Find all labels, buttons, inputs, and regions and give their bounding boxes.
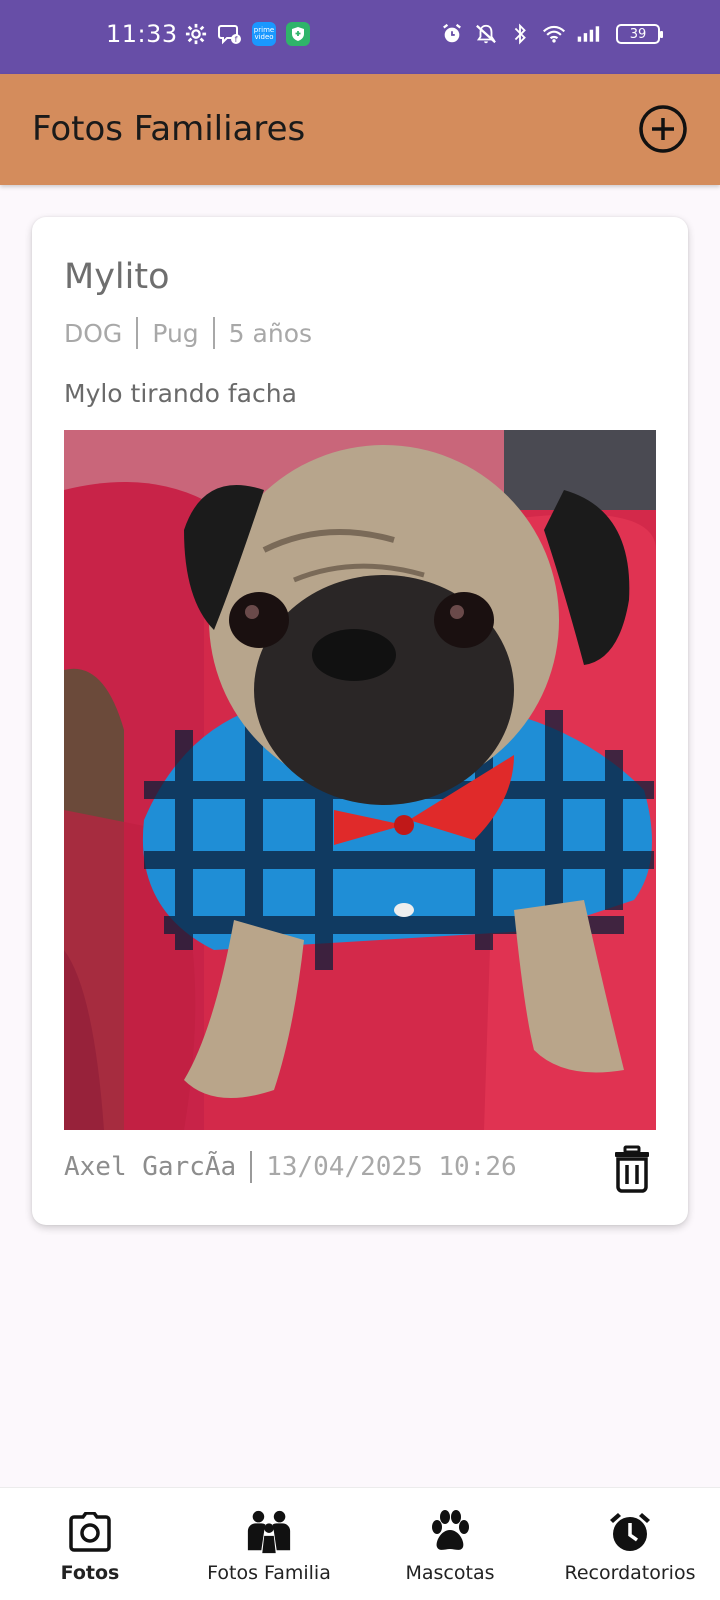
pet-age: 5 años bbox=[228, 318, 313, 348]
paw-icon bbox=[426, 1508, 474, 1556]
signal-icon bbox=[576, 22, 600, 46]
plus-circle-icon bbox=[639, 105, 687, 153]
author-name: Axel GarcÃa bbox=[64, 1152, 237, 1182]
status-time: 11:33 bbox=[106, 20, 178, 48]
prime-video-label: prime video bbox=[253, 26, 275, 41]
photo-footer: Axel GarcÃa 13/04/2025 10:26 bbox=[64, 1145, 656, 1195]
nav-label: Fotos Familia bbox=[207, 1562, 331, 1584]
add-photo-button[interactable] bbox=[638, 104, 688, 154]
family-icon bbox=[245, 1508, 293, 1556]
pet-meta: DOG Pug 5 años bbox=[64, 317, 312, 349]
divider bbox=[136, 317, 139, 349]
pet-photo[interactable] bbox=[64, 430, 656, 1130]
divider bbox=[212, 317, 215, 349]
pug-photo-illustration bbox=[64, 430, 656, 1130]
nav-label: Mascotas bbox=[405, 1562, 495, 1584]
battery-level: 39 bbox=[629, 26, 647, 42]
pet-breed: Pug bbox=[152, 318, 199, 348]
delete-button[interactable] bbox=[612, 1145, 652, 1193]
mute-bell-icon bbox=[474, 22, 498, 46]
divider bbox=[250, 1151, 253, 1183]
trash-icon bbox=[615, 1145, 649, 1193]
nav-label: Recordatorios bbox=[564, 1562, 696, 1584]
settings-gear-icon bbox=[184, 22, 208, 46]
nav-item-fotos-familia[interactable]: Fotos Familia bbox=[198, 1488, 340, 1600]
wifi-icon bbox=[542, 22, 566, 46]
alarm-icon bbox=[440, 22, 464, 46]
nav-item-mascotas[interactable]: Mascotas bbox=[392, 1488, 508, 1600]
page-title: Fotos Familiares bbox=[32, 109, 306, 149]
svg-text:f: f bbox=[235, 35, 238, 44]
status-right-icons: 39 bbox=[440, 22, 663, 46]
camera-icon bbox=[66, 1508, 114, 1556]
battery-icon: 39 bbox=[616, 24, 663, 44]
alarm-clock-icon bbox=[606, 1508, 654, 1556]
status-left-icons: f prime video bbox=[184, 22, 310, 46]
nav-item-fotos[interactable]: Fotos bbox=[40, 1488, 140, 1600]
photo-card[interactable]: Mylito DOG Pug 5 años Mylo tirando facha bbox=[32, 217, 688, 1225]
pet-species: DOG bbox=[64, 318, 123, 348]
shield-app-icon bbox=[286, 22, 310, 46]
nav-label: Fotos bbox=[60, 1562, 120, 1584]
app-bar: Fotos Familiares bbox=[0, 74, 720, 185]
bottom-navigation: Fotos Fotos Familia Mascotas Recordatori… bbox=[0, 1487, 720, 1600]
photo-description: Mylo tirando facha bbox=[64, 379, 297, 408]
chat-notification-icon: f bbox=[218, 22, 242, 46]
photo-date: 13/04/2025 10:26 bbox=[266, 1152, 517, 1182]
status-bar: 11:33 f prime video 39 bbox=[0, 0, 720, 74]
pet-name: Mylito bbox=[64, 257, 170, 297]
bluetooth-icon bbox=[508, 22, 532, 46]
prime-video-icon: prime video bbox=[252, 22, 276, 46]
author-line: Axel GarcÃa 13/04/2025 10:26 bbox=[64, 1151, 517, 1183]
nav-item-recordatorios[interactable]: Recordatorios bbox=[558, 1488, 702, 1600]
